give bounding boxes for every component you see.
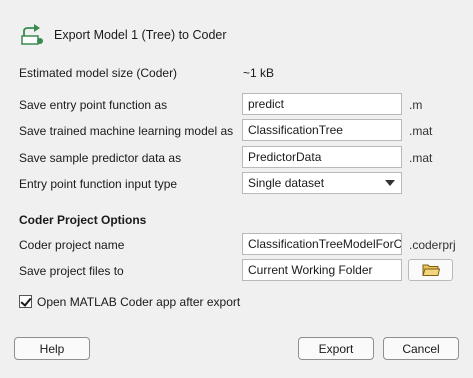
folder-icon	[421, 264, 440, 276]
trained-model-suffix: .mat	[409, 124, 433, 138]
sample-data-suffix: .mat	[409, 151, 433, 165]
project-name-field[interactable]: ClassificationTreeModelForCo	[242, 233, 402, 255]
input-type-selected: Single dataset	[248, 176, 325, 190]
browse-folder-button[interactable]	[408, 259, 453, 281]
coder-project-section-title: Coder Project Options	[19, 213, 147, 227]
cancel-button[interactable]: Cancel	[383, 337, 459, 360]
dialog-title: Export Model 1 (Tree) to Coder	[54, 28, 227, 42]
help-button[interactable]: Help	[14, 337, 90, 360]
checkmark-icon	[20, 295, 32, 307]
dropdown-arrow-icon	[385, 180, 395, 186]
open-coder-label: Open MATLAB Coder app after export	[37, 295, 241, 309]
model-size-label: Estimated model size (Coder)	[19, 66, 178, 80]
entry-point-field[interactable]: predict	[242, 93, 402, 115]
open-coder-checkbox[interactable]	[19, 295, 32, 308]
model-size-value: ~1 kB	[243, 66, 275, 80]
trained-model-field[interactable]: ClassificationTree	[242, 119, 402, 141]
input-type-label: Entry point function input type	[19, 177, 178, 191]
entry-point-label: Save entry point function as	[19, 98, 168, 112]
export-button[interactable]: Export	[298, 337, 374, 360]
entry-point-suffix: .m	[409, 98, 423, 112]
export-to-coder-icon	[20, 22, 46, 48]
project-name-suffix: .coderprj	[409, 238, 456, 252]
trained-model-label: Save trained machine learning model as	[19, 124, 234, 138]
sample-data-label: Save sample predictor data as	[19, 151, 182, 165]
sample-data-field[interactable]: PredictorData	[242, 146, 402, 168]
input-type-dropdown[interactable]: Single dataset	[242, 172, 402, 194]
project-files-field[interactable]: Current Working Folder	[242, 259, 402, 281]
project-name-label: Coder project name	[19, 238, 125, 252]
project-files-label: Save project files to	[19, 264, 124, 278]
